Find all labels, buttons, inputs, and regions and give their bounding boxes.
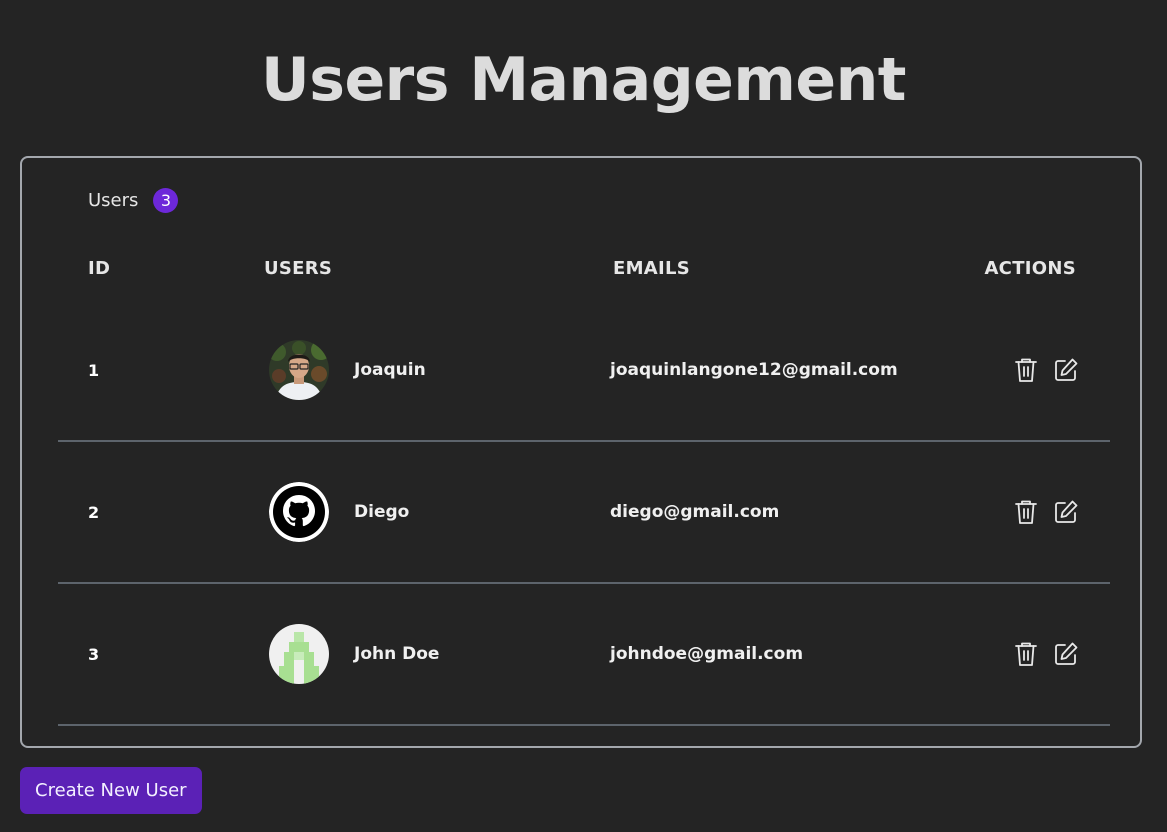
table-row: 3 John Doe johndoe@gmail.com — [58, 584, 1110, 726]
row-actions — [1012, 442, 1080, 582]
trash-icon[interactable] — [1012, 640, 1040, 668]
users-card: Users 3 ID USERS EMAILS ACTIONS 1 Joaqui… — [20, 156, 1142, 748]
row-actions — [1012, 584, 1080, 724]
user-name: John Doe — [354, 644, 440, 664]
user-name: Joaquin — [354, 360, 426, 380]
column-header-users: USERS — [264, 258, 333, 279]
edit-icon[interactable] — [1052, 640, 1080, 668]
identicon-avatar — [269, 624, 329, 684]
table-row: 2 Diego diego@gmail.com — [58, 442, 1110, 584]
users-label: Users — [88, 190, 139, 211]
trash-icon[interactable] — [1012, 498, 1040, 526]
trash-icon[interactable] — [1012, 356, 1040, 384]
user-id: 1 — [88, 360, 100, 380]
user-id: 2 — [88, 502, 100, 522]
user-id: 3 — [88, 644, 100, 664]
row-actions — [1012, 300, 1080, 440]
column-header-emails: EMAILS — [613, 258, 691, 279]
column-header-id: ID — [88, 258, 111, 279]
user-name: Diego — [354, 502, 410, 522]
user-email: joaquinlangone12@gmail.com — [610, 360, 898, 380]
users-header: Users 3 — [88, 188, 179, 213]
github-octocat-avatar — [269, 482, 329, 542]
edit-icon[interactable] — [1052, 356, 1080, 384]
edit-icon[interactable] — [1052, 498, 1080, 526]
user-email: johndoe@gmail.com — [610, 644, 804, 664]
user-email: diego@gmail.com — [610, 502, 780, 522]
table-row: 1 Joaquin joaquinlangone12@gmail.com — [58, 300, 1110, 442]
column-header-actions: ACTIONS — [984, 258, 1076, 279]
photo-avatar — [269, 340, 329, 400]
page-title: Users Management — [261, 45, 906, 115]
page: Users Management Users 3 ID USERS EMAILS… — [0, 0, 1167, 832]
users-count-badge: 3 — [153, 188, 179, 213]
create-new-user-button[interactable]: Create New User — [20, 767, 202, 814]
